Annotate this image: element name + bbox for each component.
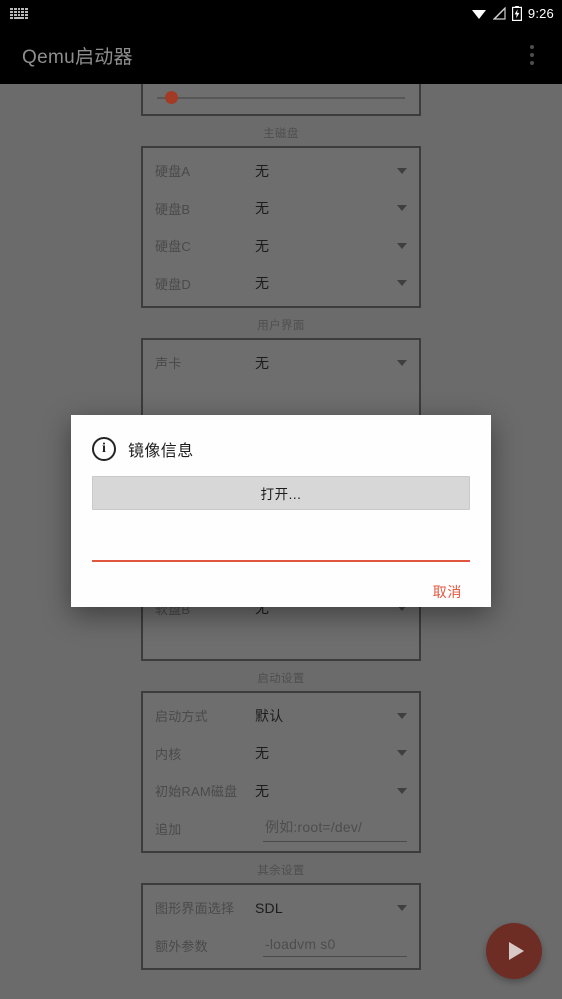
cancel-button[interactable]: 取消 xyxy=(427,578,468,606)
wifi-icon xyxy=(471,9,486,19)
status-bar-right: 9:26 xyxy=(471,5,554,21)
open-file-button[interactable]: 打开... xyxy=(92,476,470,510)
dialog-header: i 镜像信息 xyxy=(92,435,470,463)
status-bar: 9:26 xyxy=(0,0,562,26)
more-vert-icon[interactable] xyxy=(518,35,546,75)
app-bar: Qemu启动器 xyxy=(0,26,562,84)
dialog-actions: 取消 xyxy=(92,578,470,606)
phone-screen: 9:26 Qemu启动器 主磁盘 硬盘A 无 硬盘B 无 硬盘C 无 硬盘D 无… xyxy=(0,0,562,999)
status-bar-clock: 9:26 xyxy=(527,5,554,21)
info-icon: i xyxy=(92,437,116,461)
dialog-title: 镜像信息 xyxy=(128,443,194,460)
page-title: Qemu启动器 xyxy=(22,46,133,68)
image-path-input[interactable] xyxy=(92,540,470,562)
battery-charging-icon xyxy=(511,5,522,21)
keyboard-icon xyxy=(10,7,28,19)
status-bar-left xyxy=(10,7,28,19)
image-info-dialog: i 镜像信息 打开... 取消 xyxy=(71,415,491,607)
signal-off-icon xyxy=(492,6,506,20)
